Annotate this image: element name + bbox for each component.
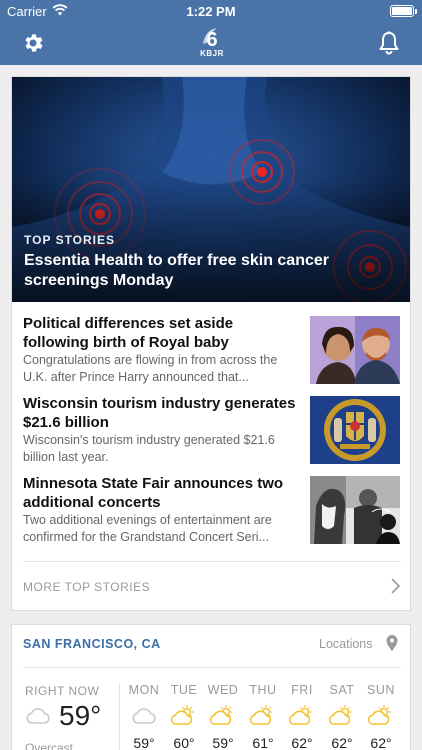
story-item[interactable]: Wisconsin tourism industry generates $21…	[23, 394, 401, 464]
clock: 1:22 PM	[186, 4, 236, 19]
forecast-day-name: TUE	[170, 683, 198, 697]
divider	[23, 561, 401, 562]
partly-sunny-icon	[209, 705, 233, 725]
more-top-stories-link[interactable]: MORE TOP STORIES	[23, 577, 401, 597]
cloud-icon	[26, 708, 50, 724]
forecast-day: WED 59°	[203, 683, 243, 750]
story-thumbnail[interactable]	[310, 316, 400, 384]
forecast-day: TUE 60°	[164, 683, 204, 750]
story-title[interactable]: Minnesota State Fair announces two addit…	[23, 474, 301, 512]
forecast-day-name: MON	[128, 683, 160, 697]
section-label: TOP STORIES	[24, 233, 116, 247]
hero-story[interactable]: TOP STORIES Essentia Health to offer fre…	[12, 77, 410, 302]
forecast-day: THU 61°	[243, 683, 283, 750]
wisconsin-seal-image	[310, 396, 400, 464]
forecast-day: SAT 62°	[322, 683, 362, 750]
partly-sunny-icon	[328, 705, 352, 725]
nav-bar: Carrier 1:22 PM 6 KBJR	[0, 0, 422, 65]
forecast-high: 62°	[331, 735, 353, 750]
forecast-high: 59°	[212, 735, 234, 750]
partly-sunny-icon	[288, 705, 312, 725]
forecast-high: 61°	[252, 735, 274, 750]
battery-tip	[415, 9, 417, 14]
partly-sunny-icon	[367, 705, 391, 725]
right-now-label: RIGHT NOW	[25, 684, 100, 698]
forecast-day-name: FRI	[291, 683, 313, 697]
chevron-right-icon	[391, 578, 401, 594]
top-stories-card: TOP STORIES Essentia Health to offer fre…	[11, 76, 411, 611]
logo-mark: 6	[203, 28, 218, 51]
battery-icon	[390, 5, 414, 17]
station-logo: 6 KBJR	[195, 24, 229, 60]
divider	[23, 667, 401, 668]
partly-sunny-icon	[249, 705, 273, 725]
story-summary: Wisconsin's tourism industry generated $…	[23, 433, 275, 464]
bell-icon[interactable]	[377, 30, 401, 56]
partly-sunny-icon	[170, 705, 194, 725]
location-pin-icon[interactable]	[386, 635, 398, 651]
status-bar: Carrier 1:22 PM	[0, 0, 422, 22]
story-summary: Congratulations are flowing in from acro…	[23, 353, 278, 384]
weather-city[interactable]: SAN FRANCISCO, CA	[23, 637, 161, 651]
forecast-high: 59°	[133, 735, 155, 750]
forecast-day: MON 59°	[124, 683, 164, 750]
concert-artists-image	[310, 476, 400, 544]
story-thumbnail[interactable]	[310, 476, 400, 544]
forecast-high: 62°	[291, 735, 313, 750]
hero-headline[interactable]: Essentia Health to offer free skin cance…	[24, 251, 394, 291]
story-item[interactable]: Minnesota State Fair announces two addit…	[23, 474, 401, 544]
forecast-day: SUN 62°	[361, 683, 401, 750]
forecast-high: 62°	[370, 735, 392, 750]
forecast-day-name: SAT	[329, 683, 355, 697]
gear-icon[interactable]	[21, 31, 45, 55]
current-condition: Overcast	[25, 741, 74, 750]
logo-text: KBJR	[200, 49, 224, 58]
story-title[interactable]: Wisconsin tourism industry generates $21…	[23, 394, 301, 432]
current-conditions: RIGHT NOW 59° Overcast	[23, 681, 121, 750]
story-summary: Two additional evenings of entertainment…	[23, 513, 272, 544]
forecast-day: FRI 62°	[282, 683, 322, 750]
more-top-stories-label[interactable]: MORE TOP STORIES	[23, 580, 150, 594]
forecast-day-name: WED	[207, 683, 239, 697]
weather-card: SAN FRANCISCO, CA Locations RIGHT NOW 59…	[11, 624, 411, 750]
story-thumbnail[interactable]	[310, 396, 400, 464]
royal-couple-image	[310, 316, 400, 384]
cloud-icon	[132, 708, 156, 724]
locations-button[interactable]: Locations	[319, 637, 373, 651]
divider	[119, 683, 120, 750]
story-title[interactable]: Political differences set aside followin…	[23, 314, 301, 352]
story-item[interactable]: Political differences set aside followin…	[23, 314, 401, 384]
forecast-day-name: THU	[249, 683, 277, 697]
current-temperature: 59°	[59, 700, 102, 731]
forecast-day-name: SUN	[367, 683, 395, 697]
forecast-high: 60°	[173, 735, 195, 750]
logo-number: 6	[206, 29, 217, 50]
